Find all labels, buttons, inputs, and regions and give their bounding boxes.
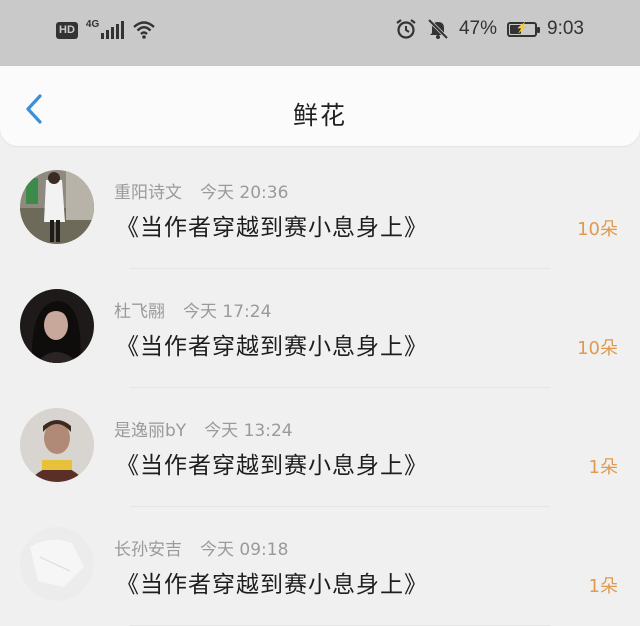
item-meta: 杜飞翮 今天 17:24: [114, 297, 271, 322]
clock: 9:03: [547, 18, 584, 39]
send-time: 今天 20:36: [200, 183, 289, 203]
avatar: [20, 170, 94, 244]
list-item[interactable]: 长孙安吉 今天 09:18 《当作者穿越到赛小息身上》 1朵: [0, 507, 640, 626]
item-meta: 是逸丽bY 今天 13:24: [114, 416, 293, 441]
book-title: 《当作者穿越到赛小息身上》: [116, 572, 428, 598]
book-title: 《当作者穿越到赛小息身上》: [116, 334, 428, 360]
signal-icon: [101, 21, 125, 39]
charging-icon: ⚡: [515, 23, 529, 34]
battery-icon: ⚡: [507, 21, 541, 37]
flower-count: 1朵: [588, 576, 618, 597]
flower-count: 10朵: [577, 219, 618, 240]
page-title: 鲜花: [292, 101, 347, 130]
mute-icon: [427, 18, 449, 40]
avatar: [20, 408, 94, 482]
flower-count: 10朵: [577, 338, 618, 359]
status-right: 47% ⚡ 9:03: [395, 18, 584, 40]
alarm-icon: [396, 19, 416, 39]
user-name: 是逸丽bY: [114, 421, 187, 441]
list-item[interactable]: 重阳诗文 今天 20:36 《当作者穿越到赛小息身上》 10朵: [0, 150, 640, 269]
flower-count: 1朵: [588, 457, 618, 478]
list-item[interactable]: 是逸丽bY 今天 13:24 《当作者穿越到赛小息身上》 1朵: [0, 388, 640, 507]
send-time: 今天 13:24: [204, 421, 293, 441]
avatar: [20, 527, 94, 601]
flower-list: 重阳诗文 今天 20:36 《当作者穿越到赛小息身上》 10朵 杜飞翮 今天 17:…: [0, 150, 640, 626]
nav-header: 鲜花: [0, 66, 640, 146]
avatar: [20, 289, 94, 363]
send-time: 今天 17:24: [183, 302, 272, 322]
book-title: 《当作者穿越到赛小息身上》: [116, 215, 428, 241]
status-bar: HD 4G 47% ⚡ 9:03: [0, 0, 640, 66]
item-meta: 长孙安吉 今天 09:18: [114, 535, 288, 560]
list-item[interactable]: 杜飞翮 今天 17:24 《当作者穿越到赛小息身上》 10朵: [0, 269, 640, 388]
item-meta: 重阳诗文 今天 20:36: [114, 178, 288, 203]
send-time: 今天 09:18: [200, 540, 289, 560]
network-type-label: 4G: [85, 18, 100, 30]
status-left: HD 4G: [56, 18, 156, 40]
wifi-icon: [133, 21, 156, 39]
book-title: 《当作者穿越到赛小息身上》: [116, 453, 428, 479]
user-name: 重阳诗文: [114, 183, 182, 203]
battery-percent: 47%: [458, 18, 498, 39]
user-name: 长孙安吉: [114, 540, 182, 560]
user-name: 杜飞翮: [114, 302, 165, 322]
hd-icon: HD: [56, 21, 78, 39]
